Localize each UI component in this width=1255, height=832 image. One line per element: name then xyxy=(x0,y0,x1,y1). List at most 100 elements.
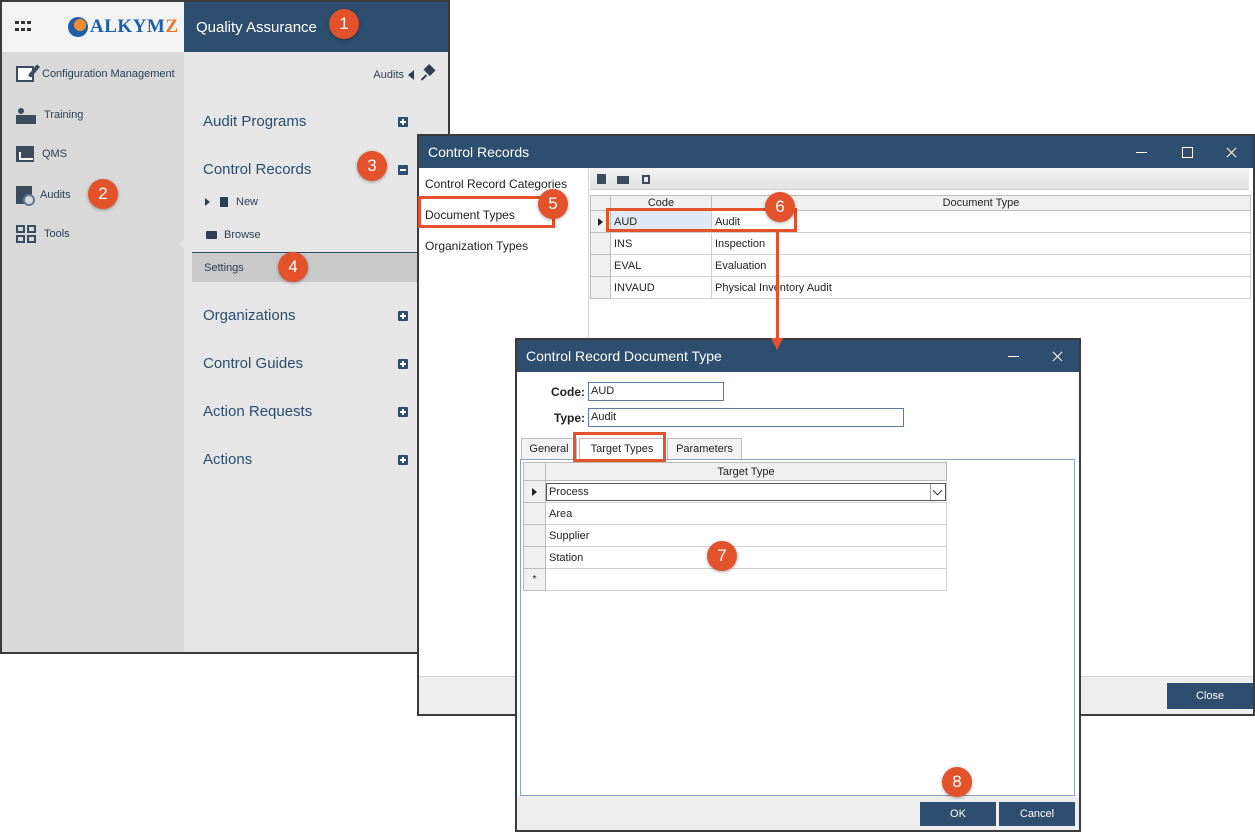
close-button[interactable]: Close xyxy=(1167,683,1253,709)
target-types-grid: Target Type Process Area Supplier Statio… xyxy=(523,462,947,591)
minimize-icon[interactable] xyxy=(1003,346,1023,366)
audits-icon xyxy=(16,186,35,206)
target-type-selected-value: Process xyxy=(549,485,589,498)
section-control-records[interactable]: Control Records xyxy=(203,161,311,178)
chevron-down-icon[interactable] xyxy=(930,483,945,500)
type-field[interactable]: Audit xyxy=(588,408,904,427)
table-row[interactable]: Process xyxy=(523,480,947,503)
step-badge-8: 8 xyxy=(942,767,972,797)
cell-document-type[interactable]: Evaluation xyxy=(711,254,1251,277)
close-icon[interactable] xyxy=(1047,346,1067,366)
cell-document-type[interactable]: Physical Inventory Audit xyxy=(711,276,1251,299)
alkymz-logo: ALKYMZ xyxy=(68,14,179,40)
category-organization-types[interactable]: Organization Types xyxy=(425,239,528,253)
audits-panel: Audits Audit Programs Control Records Ne… xyxy=(184,52,448,652)
connector-arrow-head-icon xyxy=(771,338,783,350)
new-record-icon[interactable] xyxy=(597,174,606,184)
code-label: Code: xyxy=(551,385,585,399)
table-row[interactable]: INS Inspection xyxy=(590,232,1251,255)
new-row-indicator: * xyxy=(523,568,546,591)
nav-item-qms[interactable]: QMS xyxy=(16,146,67,162)
section-control-guides[interactable]: Control Guides xyxy=(203,355,303,372)
cell-target-type[interactable]: Station xyxy=(545,546,947,569)
expand-actions-icon[interactable] xyxy=(398,455,408,465)
category-document-types[interactable]: Document Types xyxy=(425,208,515,222)
delete-record-icon[interactable] xyxy=(642,175,650,184)
target-type-combo-cell[interactable]: Process xyxy=(545,480,947,503)
collapse-panel-icon[interactable] xyxy=(408,70,414,80)
expand-audit-programs-icon[interactable] xyxy=(398,117,408,127)
tab-general[interactable]: General xyxy=(521,438,577,459)
grid-header-row: Code Document Type xyxy=(590,195,1251,211)
step-badge-4: 4 xyxy=(278,252,308,282)
cell-document-type[interactable]: Inspection xyxy=(711,232,1251,255)
table-row[interactable]: Supplier xyxy=(523,524,947,547)
table-row[interactable]: Area xyxy=(523,502,947,525)
current-row-icon xyxy=(598,218,603,226)
new-row[interactable]: * xyxy=(523,568,947,591)
tab-target-types[interactable]: Target Types xyxy=(579,438,665,460)
close-icon[interactable] xyxy=(1221,142,1241,162)
collapse-control-records-icon[interactable] xyxy=(398,165,408,175)
category-control-record-categories[interactable]: Control Record Categories xyxy=(425,177,567,191)
row-indicator xyxy=(523,546,546,569)
control-records-browse[interactable]: Browse xyxy=(206,229,261,241)
config-edit-icon xyxy=(16,66,34,82)
app-launcher-icon[interactable] xyxy=(15,21,31,33)
logo-text: ALKYMZ xyxy=(90,16,179,37)
target-types-tab-body: Target Type Process Area Supplier Statio… xyxy=(520,459,1075,796)
maximize-icon[interactable] xyxy=(1177,142,1197,162)
cell-code[interactable]: AUD xyxy=(610,210,712,233)
window-title: Control Records xyxy=(428,144,530,160)
ok-button[interactable]: OK xyxy=(920,802,996,826)
section-action-requests[interactable]: Action Requests xyxy=(203,403,312,420)
table-row[interactable]: AUD Audit xyxy=(590,210,1251,233)
table-row[interactable]: INVAUD Physical Inventory Audit xyxy=(590,276,1251,299)
settings-label: Settings xyxy=(204,262,244,274)
table-row[interactable]: EVAL Evaluation xyxy=(590,254,1251,277)
row-indicator xyxy=(590,254,611,277)
minimize-icon[interactable] xyxy=(1131,142,1151,162)
row-indicator xyxy=(590,276,611,299)
cell-new-target-type[interactable] xyxy=(545,568,947,591)
row-indicator xyxy=(523,524,546,547)
step-badge-1: 1 xyxy=(329,9,359,39)
dialog-titlebar: Control Record Document Type xyxy=(517,340,1079,372)
screenshot-stage: ALKYMZ Quality Assurance Configuration M… xyxy=(0,0,1255,832)
code-field[interactable]: AUD xyxy=(588,382,724,401)
section-audit-programs[interactable]: Audit Programs xyxy=(203,113,306,130)
step-badge-5: 5 xyxy=(538,189,568,219)
document-type-dialog: Control Record Document Type Code: AUD T… xyxy=(515,338,1081,832)
training-icon xyxy=(16,106,36,124)
cancel-button[interactable]: Cancel xyxy=(999,802,1075,826)
control-records-settings[interactable]: Settings xyxy=(192,252,448,282)
cell-target-type[interactable]: Supplier xyxy=(545,524,947,547)
cell-code[interactable]: INVAUD xyxy=(610,276,712,299)
nav-item-audits[interactable]: Audits xyxy=(16,186,71,206)
section-organizations[interactable]: Organizations xyxy=(203,307,296,324)
cell-target-type[interactable]: Area xyxy=(545,502,947,525)
nav-item-configuration-management[interactable]: Configuration Management xyxy=(16,66,175,82)
step-badge-3: 3 xyxy=(357,151,387,181)
nav-item-training[interactable]: Training xyxy=(16,106,83,124)
control-records-new[interactable]: New xyxy=(205,196,258,208)
expand-control-guides-icon[interactable] xyxy=(398,359,408,369)
column-header-code[interactable]: Code xyxy=(610,195,712,211)
nav-item-tools[interactable]: Tools xyxy=(16,225,70,243)
cell-code[interactable]: EVAL xyxy=(610,254,712,277)
target-type-select[interactable]: Process xyxy=(546,482,946,501)
current-row-icon xyxy=(532,488,537,496)
expand-organizations-icon[interactable] xyxy=(398,311,408,321)
tab-parameters[interactable]: Parameters xyxy=(667,438,742,459)
column-header-target-type[interactable]: Target Type xyxy=(545,462,947,481)
expand-action-requests-icon[interactable] xyxy=(398,407,408,417)
open-record-icon[interactable] xyxy=(617,176,629,184)
cell-code[interactable]: INS xyxy=(610,232,712,255)
pin-icon[interactable] xyxy=(422,66,436,80)
browse-label: Browse xyxy=(224,229,261,241)
tools-icon xyxy=(16,225,36,243)
dialog-footer: OK Cancel xyxy=(517,796,1079,830)
nav-item-label: Tools xyxy=(44,228,70,240)
section-actions[interactable]: Actions xyxy=(203,451,252,468)
step-badge-7: 7 xyxy=(707,541,737,571)
